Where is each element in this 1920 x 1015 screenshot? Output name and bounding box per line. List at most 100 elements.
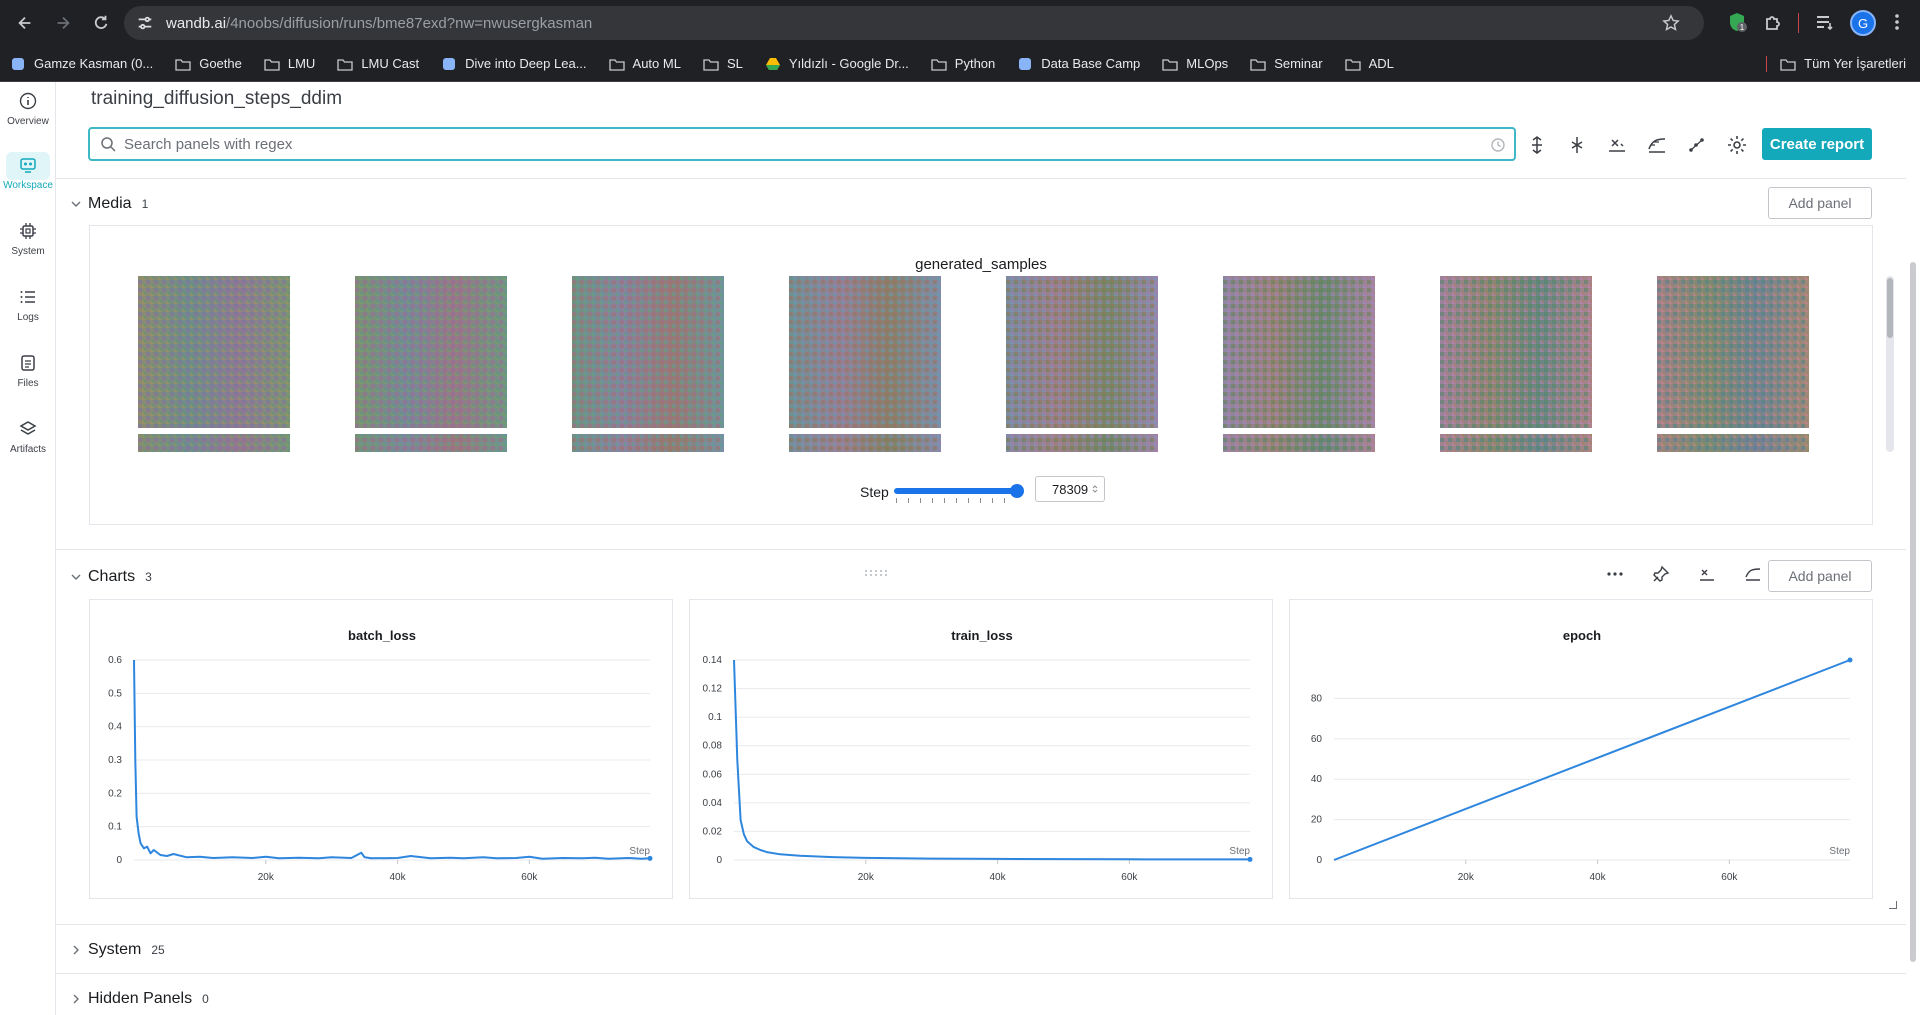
- profile-avatar[interactable]: G: [1850, 10, 1876, 36]
- y-tick-label: 0.08: [703, 741, 723, 752]
- smoothing-icon[interactable]: [1744, 565, 1762, 583]
- generated-sample-image[interactable]: [355, 434, 507, 452]
- generated-sample-image[interactable]: [1657, 276, 1809, 428]
- search-input[interactable]: [124, 135, 1424, 153]
- history-icon[interactable]: [1490, 137, 1506, 153]
- browser-toolbar: wandb.ai/4noobs/diffusion/runs/bme87exd?…: [0, 0, 1920, 46]
- nav-item-logs[interactable]: Logs: [0, 282, 56, 340]
- generated-sample-image[interactable]: [355, 276, 507, 428]
- more-horizontal-icon[interactable]: [1606, 565, 1624, 583]
- bookmark-item[interactable]: Auto ML: [608, 56, 681, 71]
- media-section-header[interactable]: Media 1: [56, 189, 148, 219]
- page-scrollbar[interactable]: [1906, 142, 1920, 1015]
- bookmark-item[interactable]: Dive into Deep Lea...: [441, 56, 587, 71]
- puzzle-extension-icon[interactable]: [1762, 11, 1784, 33]
- bookmark-item[interactable]: SL: [703, 56, 743, 71]
- page-scrollbar-thumb[interactable]: [1910, 262, 1916, 962]
- folder-icon: [1780, 58, 1796, 71]
- y-tick-label: 20: [1311, 815, 1323, 826]
- y-tick-label: 60: [1311, 734, 1323, 745]
- chart-panel-train-loss[interactable]: train_loss 0 0.02 0.04 0.06 0.08 0.1 0.12 0.14 20…: [689, 599, 1273, 899]
- generated-sample-image[interactable]: [138, 276, 290, 428]
- bookmark-item[interactable]: Seminar: [1250, 56, 1323, 71]
- smoothing-icon[interactable]: [1646, 134, 1668, 156]
- nav-item-system[interactable]: System: [0, 216, 56, 274]
- generated-sample-image[interactable]: [138, 434, 290, 452]
- y-tick-label: 80: [1311, 693, 1323, 704]
- reload-icon: [94, 15, 108, 29]
- generated-sample-image[interactable]: [1223, 434, 1375, 452]
- y-tick-label: 0.12: [703, 684, 723, 695]
- bookmark-label: SL: [726, 56, 743, 71]
- more-vertical-icon[interactable]: [1886, 11, 1908, 33]
- add-panel-button[interactable]: Add panel: [1768, 187, 1872, 219]
- chart-panel-epoch[interactable]: epoch 0 20 40 60 80 20k 40k 60k Step: [1289, 599, 1873, 899]
- settings-icon[interactable]: [1726, 134, 1748, 156]
- generated-sample-image[interactable]: [789, 276, 941, 428]
- generated-sample-image[interactable]: [1657, 434, 1809, 452]
- scrollbar-thumb[interactable]: [1887, 278, 1893, 338]
- spinner-icon[interactable]: [1092, 484, 1098, 494]
- shield-extension-icon[interactable]: 1: [1726, 11, 1748, 33]
- all-bookmarks[interactable]: Tüm Yer İşaretleri: [1780, 56, 1906, 71]
- url-text[interactable]: wandb.ai/4noobs/diffusion/runs/bme87exd?…: [166, 15, 592, 32]
- hidden-panels-section-header[interactable]: Hidden Panels 0: [56, 984, 209, 1014]
- chart-panel-batch-loss[interactable]: batch_loss 0 0.1 0.2 0.3 0.4 0.5 0.6 20k 40k 60k St…: [89, 599, 673, 899]
- charts-section-header[interactable]: Charts 3: [56, 562, 152, 592]
- step-slider[interactable]: [894, 484, 1024, 498]
- workspace-icon: [20, 158, 36, 173]
- folder-icon: [1344, 58, 1361, 71]
- drag-handle-icon[interactable]: [864, 569, 888, 577]
- bookmark-item[interactable]: Yıldızlı - Google Dr...: [765, 56, 909, 71]
- forward-button[interactable]: [48, 8, 78, 38]
- x-tick-label: 60k: [1721, 872, 1738, 883]
- bookmark-item[interactable]: Python: [931, 56, 995, 71]
- bookmark-item[interactable]: Gamze Kasman (0...: [10, 56, 153, 71]
- expand-collapse-icon[interactable]: [1526, 134, 1548, 156]
- nav-item-files[interactable]: Files: [0, 348, 56, 406]
- add-panel-button[interactable]: Add panel: [1768, 560, 1872, 592]
- bookmark-label: LMU: [287, 56, 316, 71]
- left-sidebar: Overview Workspace System Logs Files Art…: [0, 82, 56, 1015]
- bookmark-item[interactable]: MLOps: [1162, 56, 1228, 71]
- media-queue-icon[interactable]: [1814, 11, 1836, 33]
- bookmark-label: LMU Cast: [361, 56, 420, 71]
- outliers-icon[interactable]: [1686, 134, 1708, 156]
- nav-item-workspace[interactable]: Workspace: [0, 150, 56, 208]
- folder-icon: [1162, 58, 1178, 71]
- panel-search-box[interactable]: [88, 127, 1516, 161]
- bookmark-item[interactable]: Goethe: [175, 56, 242, 71]
- chart-title: epoch: [1563, 628, 1601, 643]
- x-axis-icon[interactable]: [1606, 134, 1628, 156]
- step-input[interactable]: 78309: [1035, 476, 1105, 502]
- generated-sample-image[interactable]: [789, 434, 941, 452]
- file-icon: [21, 355, 35, 371]
- bookmark-item[interactable]: LMU: [264, 56, 315, 71]
- compare-icon[interactable]: [1566, 134, 1588, 156]
- bookmark-item[interactable]: Data Base Camp: [1017, 56, 1140, 71]
- generated-sample-image[interactable]: [1440, 434, 1592, 452]
- address-bar[interactable]: wandb.ai/4noobs/diffusion/runs/bme87exd?…: [124, 6, 1704, 40]
- x-axis-icon[interactable]: [1698, 565, 1716, 583]
- reload-button[interactable]: [86, 8, 116, 38]
- generated-sample-image[interactable]: [572, 276, 724, 428]
- generated-sample-image[interactable]: [1006, 434, 1158, 452]
- url-domain: wandb.ai: [166, 14, 227, 32]
- bookmark-item[interactable]: LMU Cast: [337, 56, 419, 71]
- generated-sample-image[interactable]: [1440, 276, 1592, 428]
- bookmark-item[interactable]: ADL: [1344, 56, 1394, 71]
- generated-sample-image[interactable]: [1006, 276, 1158, 428]
- generated-sample-image[interactable]: [572, 434, 724, 452]
- nav-item-overview[interactable]: Overview: [0, 86, 56, 144]
- media-scrollbar[interactable]: [1886, 276, 1894, 452]
- system-section-header[interactable]: System 25: [56, 935, 165, 965]
- slider-knob[interactable]: [1010, 484, 1024, 498]
- create-report-button[interactable]: Create report: [1762, 128, 1872, 160]
- resize-handle[interactable]: [1889, 901, 1897, 909]
- nav-item-artifacts[interactable]: Artifacts: [0, 414, 56, 472]
- site-settings-icon[interactable]: [136, 14, 154, 32]
- generated-sample-image[interactable]: [1223, 276, 1375, 428]
- pin-icon[interactable]: [1652, 565, 1670, 583]
- back-button[interactable]: [10, 8, 40, 38]
- star-icon[interactable]: [1662, 14, 1680, 32]
